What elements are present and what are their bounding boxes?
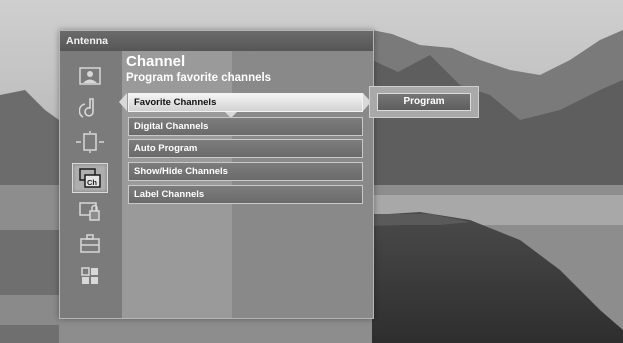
menu-item-digital-channels[interactable]: Digital Channels bbox=[128, 117, 363, 136]
picture-icon[interactable] bbox=[72, 61, 108, 91]
menu-item-label-channels[interactable]: Label Channels bbox=[128, 185, 363, 204]
channel-icon[interactable]: Ch bbox=[72, 163, 108, 193]
lock-icon[interactable] bbox=[72, 196, 108, 226]
window-title: Antenna bbox=[60, 31, 373, 51]
selection-arrow-left bbox=[119, 93, 127, 111]
menu-item-favorite-channels[interactable]: Favorite Channels bbox=[128, 93, 363, 112]
sound-icon[interactable] bbox=[72, 93, 108, 123]
category-sidebar: Ch bbox=[60, 51, 122, 318]
page-subtitle: Program favorite channels bbox=[126, 72, 272, 84]
menu-item-show-hide-channels[interactable]: Show/Hide Channels bbox=[128, 162, 363, 181]
screen-icon[interactable] bbox=[72, 127, 108, 157]
setup-icon[interactable] bbox=[72, 229, 108, 259]
favorite-channels-submenu: Program bbox=[369, 86, 479, 118]
menu-item-auto-program[interactable]: Auto Program bbox=[128, 139, 363, 158]
applications-icon[interactable] bbox=[72, 261, 108, 291]
settings-menu-window: Antenna Ch Channel Program favorite chan… bbox=[59, 30, 374, 319]
program-button[interactable]: Program bbox=[377, 93, 471, 111]
svg-text:Ch: Ch bbox=[87, 178, 97, 187]
page-title: Channel bbox=[126, 53, 186, 70]
